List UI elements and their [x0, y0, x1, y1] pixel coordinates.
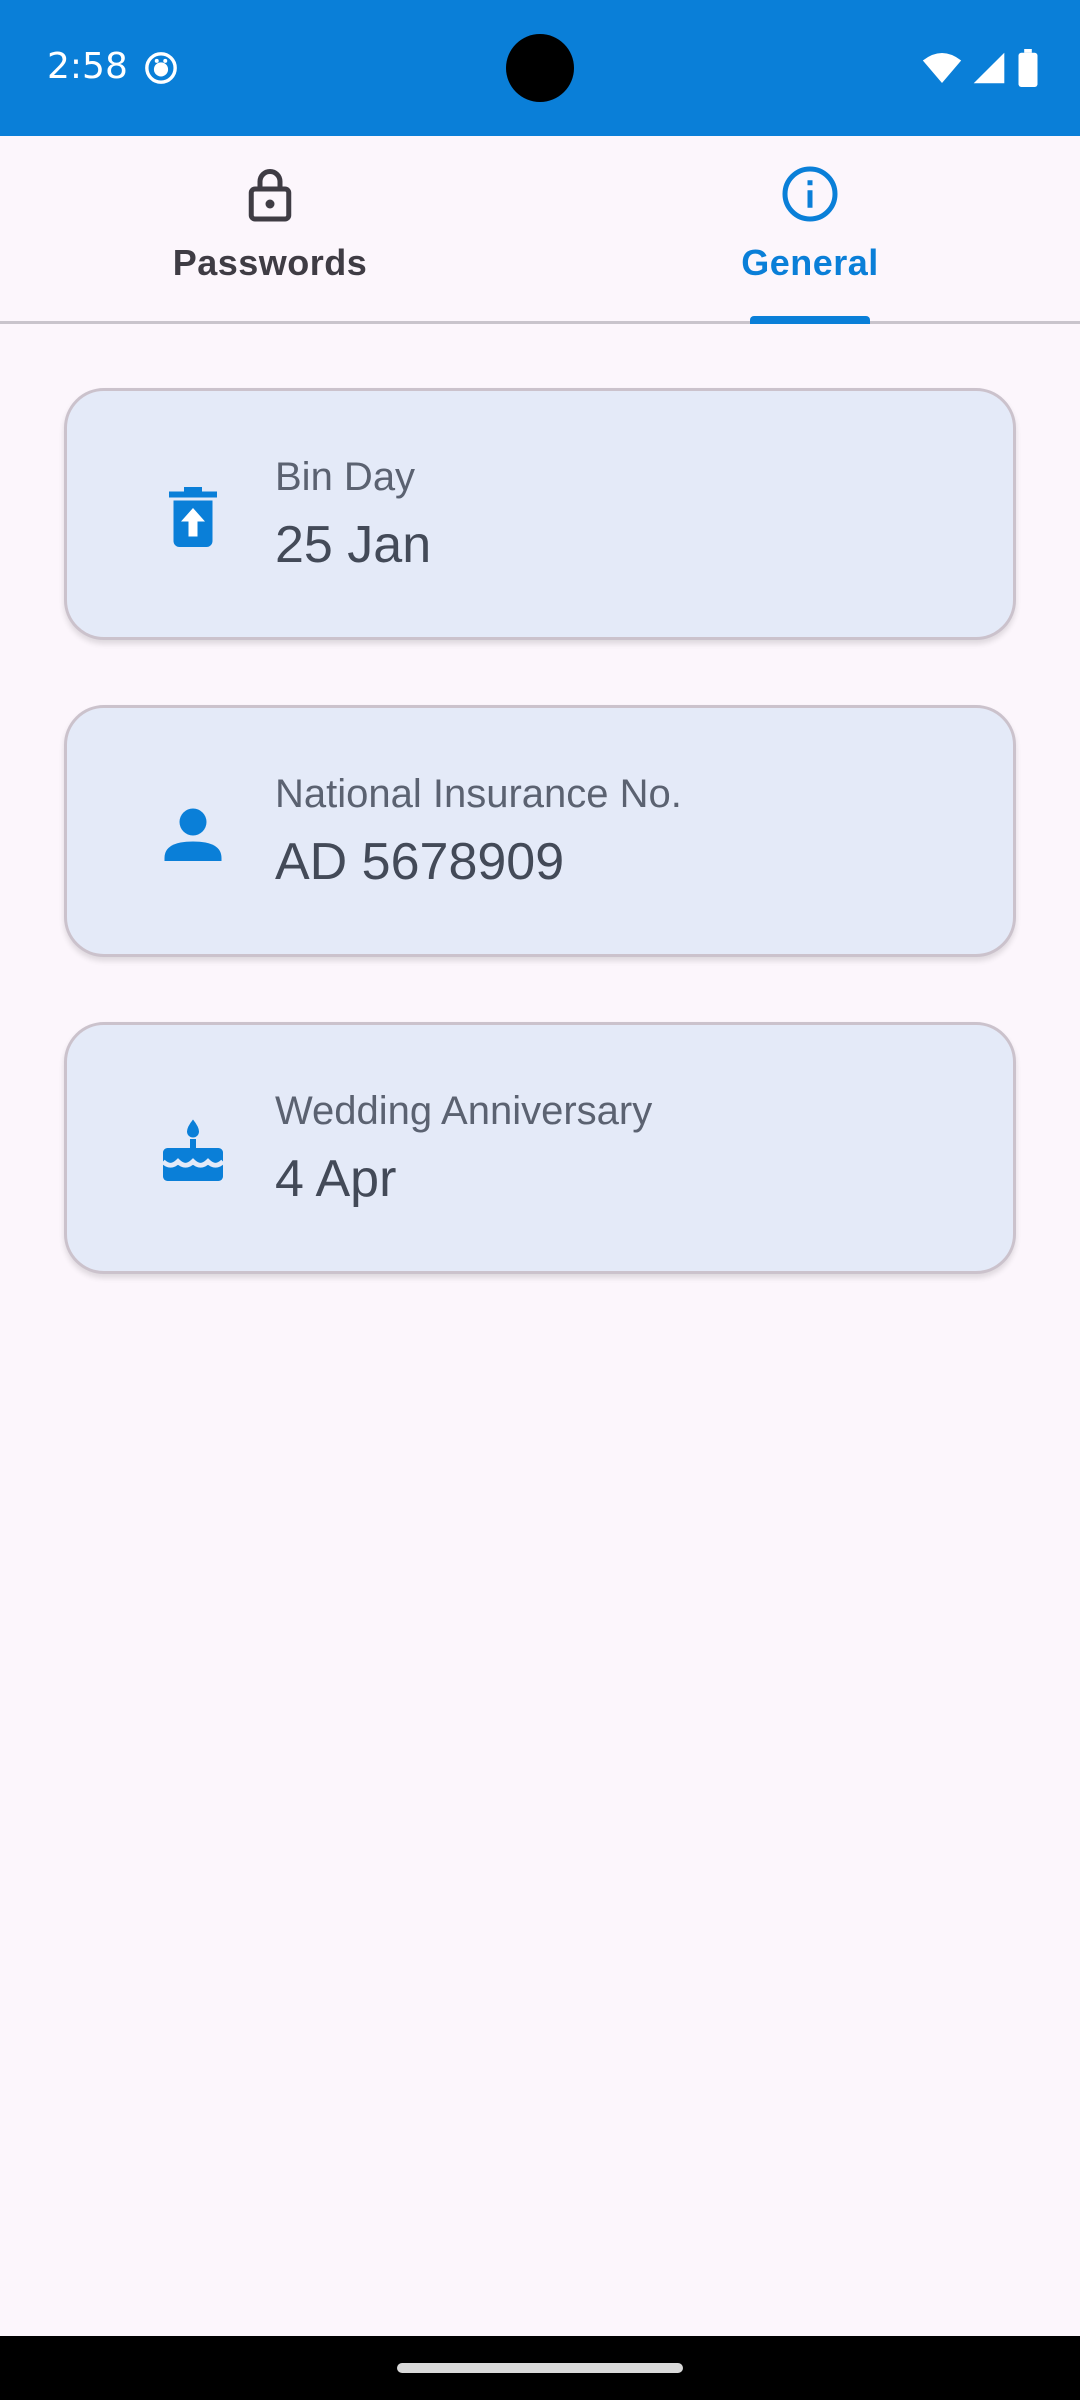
- tab-bar: Passwords General: [0, 136, 1080, 324]
- tab-selected-indicator: [750, 316, 870, 324]
- lock-icon: [248, 169, 292, 222]
- card-label: Bin Day: [275, 455, 416, 499]
- card-bin-day[interactable]: Bin Day 25 Jan: [64, 388, 1016, 640]
- tab-general[interactable]: General: [540, 136, 1080, 324]
- person-icon: [164, 808, 222, 861]
- info-icon: [782, 166, 838, 222]
- tab-passwords[interactable]: Passwords: [0, 136, 540, 324]
- card-national-insurance[interactable]: National Insurance No. AD 5678909: [64, 705, 1016, 957]
- app-notification-icon: [145, 52, 177, 84]
- delete-restore-icon: [169, 487, 217, 547]
- card-wedding-anniversary[interactable]: Wedding Anniversary 4 Apr: [64, 1022, 1016, 1274]
- status-time: 2:58: [47, 46, 128, 87]
- card-label: National Insurance No.: [275, 772, 682, 816]
- tab-general-label: General: [741, 242, 879, 283]
- status-bar: 2:58: [0, 0, 1080, 136]
- card-value: 25 Jan: [275, 516, 432, 574]
- tab-passwords-label: Passwords: [172, 242, 368, 283]
- wifi-icon: [922, 53, 962, 83]
- signal-icon: [973, 52, 1005, 84]
- camera-cutout: [506, 34, 574, 102]
- cake-icon: [161, 1119, 225, 1181]
- home-gesture-handle[interactable]: [397, 2363, 683, 2373]
- card-label: Wedding Anniversary: [275, 1089, 653, 1133]
- battery-icon: [1018, 49, 1038, 87]
- card-value: 4 Apr: [275, 1150, 397, 1208]
- status-icons: [922, 48, 1040, 88]
- card-value: AD 5678909: [275, 833, 565, 891]
